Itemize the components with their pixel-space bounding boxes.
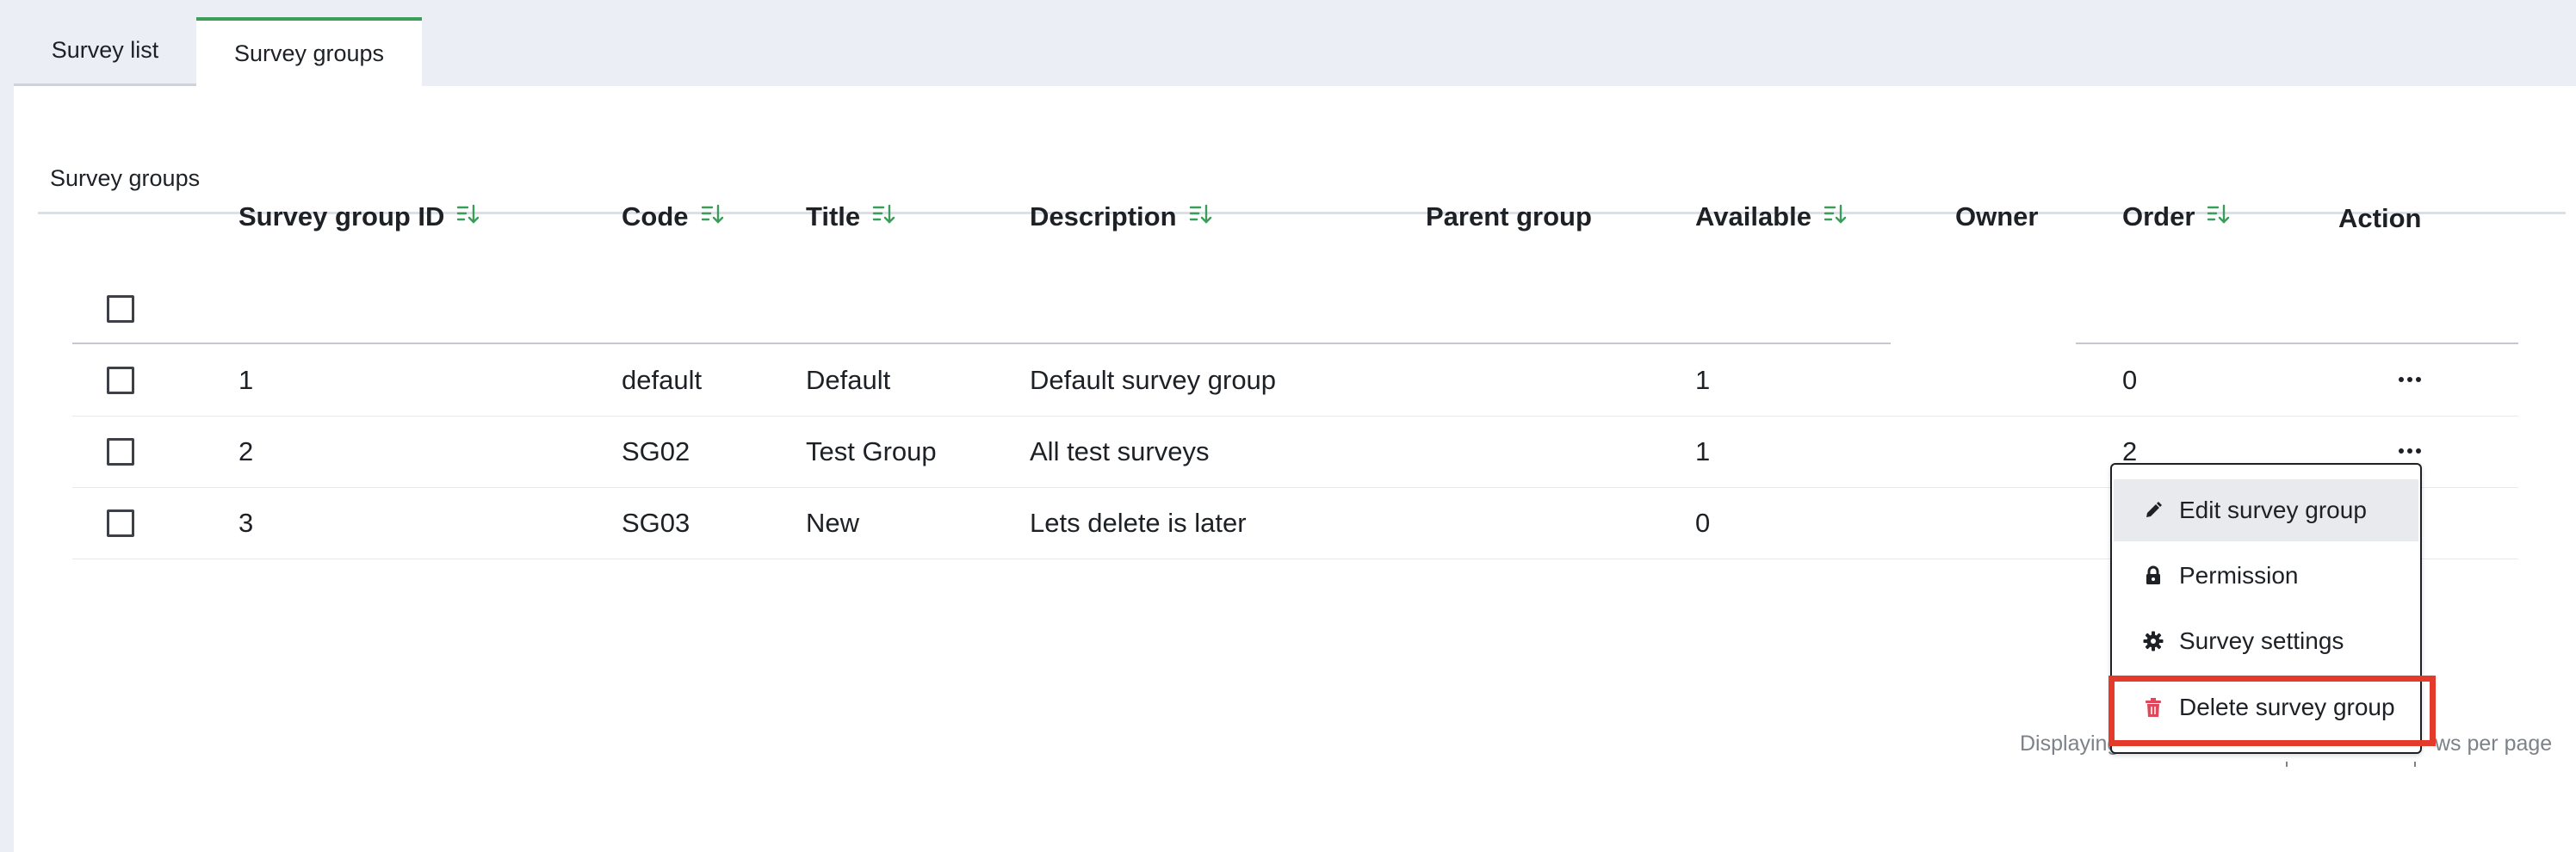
cell-code: SG02 [622, 436, 690, 466]
header-action: Action [2338, 203, 2422, 233]
cell-description: Default survey group [1030, 365, 1277, 395]
pagination-status: Displaying [2020, 732, 2120, 756]
gear-icon [2139, 631, 2167, 651]
cell-description: Lets delete is later [1030, 508, 1247, 538]
lock-icon [2139, 565, 2167, 586]
header-parent-group: Parent group [1426, 201, 1592, 232]
section-title: Survey groups [50, 165, 201, 191]
sort-icon[interactable] [872, 201, 896, 232]
row-checkbox[interactable] [107, 509, 134, 537]
cell-available: 1 [1695, 365, 1711, 395]
cell-code: SG03 [622, 508, 690, 538]
tab-survey-list[interactable]: Survey list [14, 17, 196, 86]
cell-id: 2 [238, 436, 254, 466]
header-title[interactable]: Title [806, 201, 896, 232]
row-divider [72, 416, 2518, 417]
row-actions-button[interactable] [2393, 438, 2427, 464]
header-order[interactable]: Order [2122, 201, 2231, 232]
cell-available: 1 [1695, 436, 1711, 466]
cell-title: New [806, 508, 860, 538]
row-actions-button[interactable] [2393, 367, 2427, 392]
rows-per-page-label: ws per page [2435, 732, 2553, 756]
cell-id: 3 [238, 508, 254, 538]
tab-bar: Survey list Survey groups [14, 17, 422, 86]
trash-icon [2139, 697, 2167, 718]
pagination-divider [2286, 762, 2288, 767]
menu-item-permission[interactable]: Permission [2114, 545, 2418, 607]
sort-icon[interactable] [456, 201, 480, 232]
header-code[interactable]: Code [622, 201, 725, 232]
menu-item-edit-survey-group[interactable]: Edit survey group [2114, 479, 2418, 541]
header-underline [2076, 343, 2518, 344]
more-icon [2399, 448, 2421, 454]
sort-icon[interactable] [2207, 201, 2231, 232]
row-checkbox[interactable] [107, 438, 134, 466]
pagination-divider [2414, 762, 2416, 767]
cell-id: 1 [238, 365, 254, 395]
cell-code: default [622, 365, 703, 395]
cell-available: 0 [1695, 508, 1711, 538]
sort-icon[interactable] [1189, 201, 1213, 232]
more-icon [2399, 377, 2421, 382]
cell-title: Test Group [806, 436, 937, 466]
header-owner: Owner [1955, 201, 2039, 232]
tab-survey-groups[interactable]: Survey groups [196, 17, 422, 86]
cell-title: Default [806, 365, 891, 395]
header-available[interactable]: Available [1695, 201, 1848, 232]
header-description[interactable]: Description [1030, 201, 1213, 232]
cell-description: All test surveys [1030, 436, 1210, 466]
sort-icon[interactable] [701, 201, 725, 232]
select-all-checkbox[interactable] [107, 295, 134, 323]
menu-item-survey-settings[interactable]: Survey settings [2114, 610, 2418, 672]
header-underline [72, 343, 1891, 344]
pencil-icon [2139, 501, 2167, 520]
row-action-menu: Edit survey group Permission Survey sett… [2110, 463, 2422, 754]
header-survey-group-id[interactable]: Survey group ID [238, 201, 480, 232]
sort-icon[interactable] [1824, 201, 1848, 232]
cell-order: 0 [2122, 365, 2138, 395]
menu-item-delete-survey-group[interactable]: Delete survey group [2114, 676, 2418, 738]
row-checkbox[interactable] [107, 367, 134, 394]
